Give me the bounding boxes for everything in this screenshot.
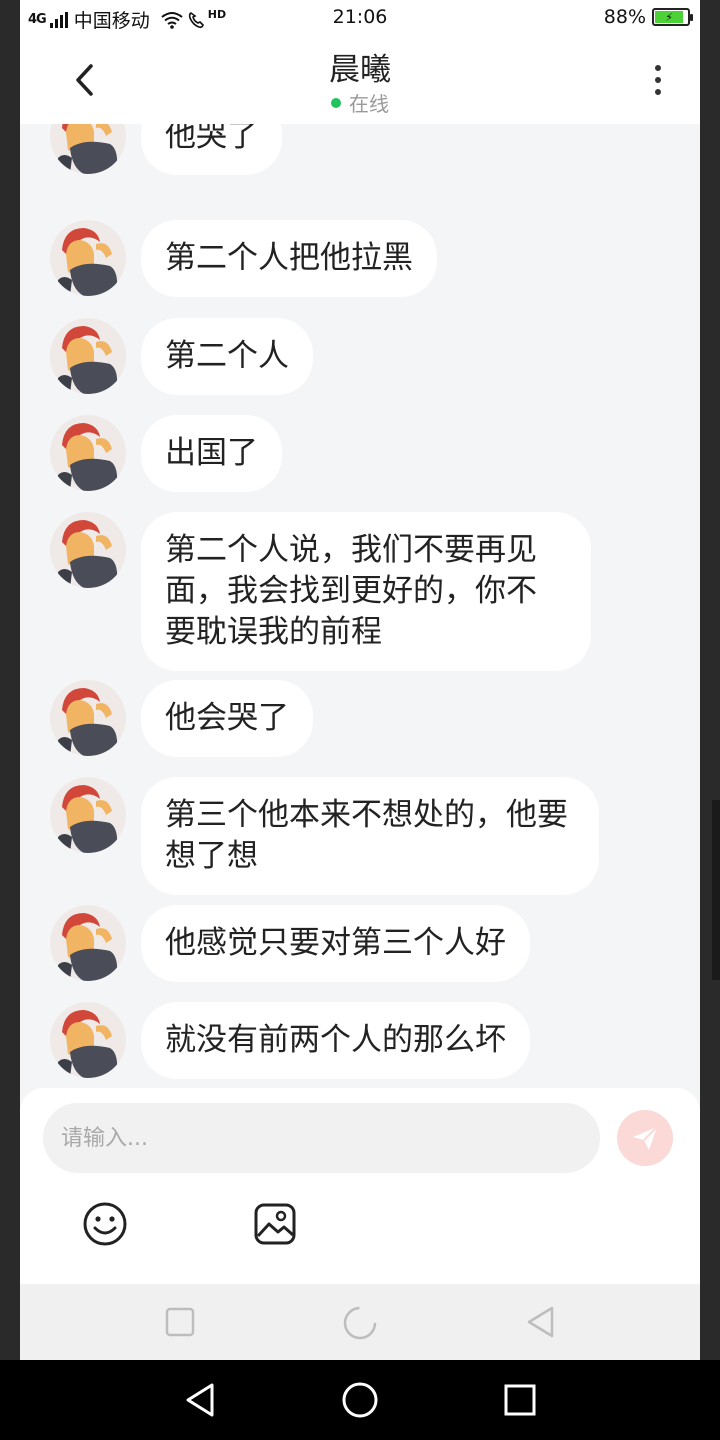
chat-header: 晨曦 在线 [20, 36, 700, 124]
more-vertical-icon [655, 89, 661, 95]
avatar-image [50, 777, 126, 853]
status-time: 21:06 [332, 6, 388, 28]
status-right: 88% ⚡ [603, 6, 693, 28]
message-input[interactable] [43, 1103, 600, 1173]
avatar-image [50, 680, 126, 756]
message-bubble[interactable]: 就没有前两个人的那么坏 [141, 1002, 530, 1079]
avatar[interactable] [50, 1002, 126, 1078]
message-bubble[interactable]: 第二个人把他拉黑 [141, 220, 437, 297]
message-bubble[interactable]: 他感觉只要对第三个人好 [141, 905, 530, 982]
system-navigation-bar [0, 1360, 720, 1440]
avatar[interactable] [50, 680, 126, 756]
input-panel [20, 1088, 700, 1284]
avatar-image [50, 220, 126, 296]
message-list[interactable]: 他哭了 第二个人把他拉黑 第二个人 出国了 第二个人说，我们不要再见面，我会找到… [20, 124, 700, 1088]
home-button[interactable] [342, 1304, 378, 1340]
message-bubble[interactable]: 第三个他本来不想处的，他要想了想 [141, 777, 599, 895]
message-bubble[interactable]: 出国了 [141, 415, 282, 492]
avatar[interactable] [50, 512, 126, 588]
scroll-edge [712, 800, 720, 980]
message-row: 出国了 [50, 415, 282, 492]
message-bubble[interactable]: 第二个人 [141, 318, 313, 395]
online-text: 在线 [349, 92, 389, 116]
more-button[interactable] [646, 58, 670, 102]
message-row: 第二个人 [50, 318, 313, 395]
more-vertical-icon [655, 65, 661, 71]
online-status: 在线 [20, 88, 700, 117]
battery-icon: ⚡ [652, 8, 693, 26]
chat-title: 晨曦 [329, 52, 391, 88]
message-row: 第二个人说，我们不要再见面，我会找到更好的，你不要耽误我的前程 [50, 512, 591, 671]
avatar-image [50, 415, 126, 491]
message-row: 就没有前两个人的那么坏 [50, 1002, 530, 1079]
system-back-button[interactable] [180, 1380, 220, 1420]
message-bubble[interactable]: 他哭了 [141, 124, 282, 175]
avatar[interactable] [50, 318, 126, 394]
triangle-left-icon [186, 1383, 214, 1417]
message-row: 他会哭了 [50, 680, 313, 757]
system-home-button[interactable] [340, 1380, 380, 1420]
triangle-left-icon [527, 1306, 554, 1338]
more-vertical-icon [655, 77, 661, 83]
message-bubble[interactable]: 第二个人说，我们不要再见面，我会找到更好的，你不要耽误我的前程 [141, 512, 591, 671]
online-dot [331, 97, 341, 108]
recents-button[interactable] [162, 1304, 198, 1340]
home-circle-icon [343, 1306, 377, 1340]
paper-plane-icon [633, 1126, 658, 1150]
avatar[interactable] [50, 124, 126, 174]
message-bubble[interactable]: 他会哭了 [141, 680, 313, 757]
message-row: 第三个他本来不想处的，他要想了想 [50, 777, 599, 895]
square-icon [504, 1384, 536, 1416]
back-nav-button[interactable] [523, 1304, 559, 1340]
avatar-image [50, 1002, 126, 1078]
message-row: 他感觉只要对第三个人好 [50, 905, 530, 982]
app-navigation-bar [20, 1284, 700, 1360]
message-row: 第二个人把他拉黑 [50, 220, 437, 297]
avatar-image [50, 512, 126, 588]
avatar[interactable] [50, 777, 126, 853]
device-frame-right [700, 0, 720, 1360]
avatar-image [50, 905, 126, 981]
avatar[interactable] [50, 905, 126, 981]
avatar-image [50, 124, 126, 174]
status-bar: 4G 中国移动 HD 21:06 88% ⚡ [20, 0, 700, 36]
image-icon[interactable] [253, 1201, 297, 1247]
avatar[interactable] [50, 220, 126, 296]
message-row: 他哭了 [50, 124, 282, 175]
phone-screen: 4G 中国移动 HD 21:06 88% ⚡ 晨曦 在线 他哭了 第二个人把他拉… [20, 0, 700, 1360]
avatar-image [50, 318, 126, 394]
avatar[interactable] [50, 415, 126, 491]
battery-percent: 88% [603, 6, 646, 28]
smiley-icon[interactable] [82, 1201, 128, 1247]
device-frame-left [0, 0, 20, 1360]
battery-fill: ⚡ [655, 11, 684, 24]
circle-icon [342, 1382, 378, 1418]
send-button[interactable] [617, 1110, 673, 1166]
system-recents-button[interactable] [500, 1380, 540, 1420]
square-icon [165, 1307, 195, 1337]
